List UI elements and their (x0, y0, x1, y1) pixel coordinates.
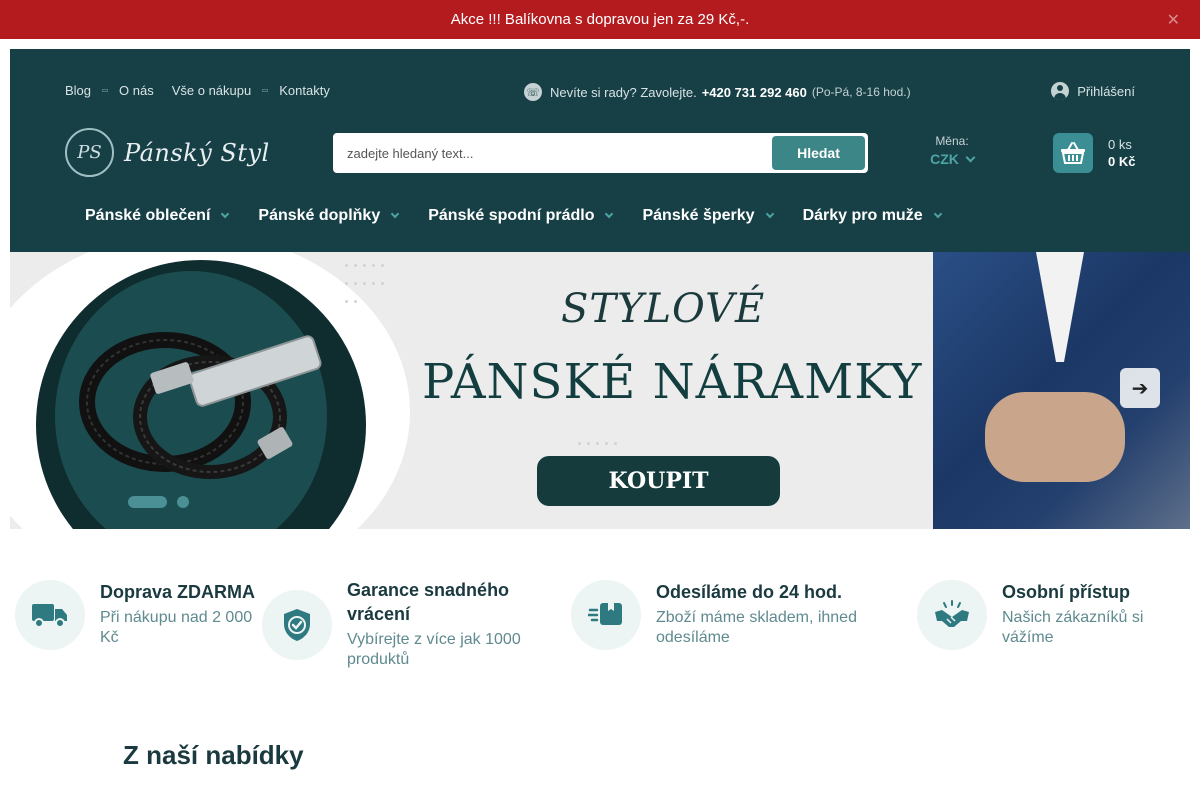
feature-returns: Garance snadného vrácení Vybírejte z víc… (262, 578, 557, 670)
link-shopping-info[interactable]: Vše o nákupu (172, 83, 252, 98)
chevron-down-icon (605, 209, 614, 219)
feature-title: Osobní přístup (1002, 582, 1130, 602)
feature-title: Odesíláme do 24 hod. (656, 582, 843, 602)
logo-mark: PS (65, 128, 114, 177)
promo-bar: Akce !!! Balíkovna s dopravou jen za 29 … (0, 0, 1200, 39)
login-label: Přihlášení (1077, 83, 1135, 99)
cart-info: 0 ks 0 Kč (1108, 136, 1135, 170)
login-link[interactable]: Přihlášení (1051, 82, 1135, 100)
logo[interactable]: PS Pánský Styl (65, 128, 270, 177)
nav-item-label: Pánské doplňky (258, 207, 381, 224)
cart[interactable]: 0 ks 0 Kč (1053, 133, 1135, 173)
feature-dispatch: Odesíláme do 24 hod. Zboží máme skladem,… (571, 580, 886, 650)
separator (262, 89, 269, 92)
currency-selector: Měna: CZK (922, 134, 982, 167)
slider-dot[interactable] (177, 496, 189, 508)
nav-item-label: Dárky pro muže (802, 207, 923, 224)
banner-title-2: PÁNSKÉ NÁRAMKY (422, 354, 923, 410)
contact-hours: (Po-Pá, 8-16 hod.) (811, 85, 911, 99)
main-nav: Pánské oblečení Pánské doplňky Pánské sp… (85, 207, 971, 225)
decor-dots (342, 257, 392, 311)
bracelet-image (79, 332, 322, 479)
shield-check-icon (262, 590, 332, 660)
feature-title: Garance snadného vrácení (347, 580, 510, 624)
truck-icon (15, 580, 85, 650)
phone-icon: ☏ (524, 83, 542, 101)
link-about[interactable]: O nás (119, 83, 154, 98)
user-icon (1051, 82, 1070, 100)
link-contacts[interactable]: Kontakty (279, 83, 330, 98)
feature-title: Doprava ZDARMA (100, 582, 256, 602)
currency-value: CZK (930, 151, 959, 167)
chevron-down-icon (933, 209, 942, 219)
chevron-down-icon (221, 209, 230, 219)
slider-dot-active[interactable] (128, 496, 167, 508)
banner-title-1: STYLOVÉ (561, 286, 766, 332)
site-header: Blog O nás Vše o nákupu Kontakty ☏ Nevít… (10, 49, 1190, 252)
buy-button[interactable]: KOUPIT (537, 456, 780, 506)
fast-package-icon (571, 580, 641, 650)
section-title: Z naší nabídky (123, 740, 304, 770)
separator (102, 89, 109, 92)
feature-desc: Zboží máme skladem, ihned odesíláme (656, 609, 857, 646)
chevron-down-icon (765, 209, 774, 219)
feature-desc: Vybírejte z více jak 1000 produktů (347, 631, 521, 668)
feature-personal: Osobní přístup Našich zákazníků si vážím… (917, 580, 1192, 650)
nav-item-gifts[interactable]: Dárky pro muže (802, 207, 942, 225)
link-blog[interactable]: Blog (65, 83, 91, 98)
contact-info: ☏ Nevíte si rady? Zavolejte. +420 731 29… (524, 83, 911, 101)
search-bar: Hledat (333, 133, 868, 173)
basket-icon (1053, 133, 1093, 173)
currency-label: Měna: (935, 134, 969, 148)
chevron-down-icon (965, 152, 976, 162)
handshake-icon (917, 580, 987, 650)
top-links: Blog O nás Vše o nákupu Kontakty (65, 83, 330, 98)
contact-text: Nevíte si rady? Zavolejte. (550, 84, 697, 100)
logo-name: Pánský Styl (124, 138, 270, 167)
cart-total: 0 Kč (1108, 154, 1136, 169)
arrow-right-icon[interactable]: ➔ (1120, 368, 1160, 408)
nav-item-clothing[interactable]: Pánské oblečení (85, 207, 230, 225)
currency-dropdown[interactable]: CZK (922, 151, 982, 167)
close-icon[interactable]: ✕ (1167, 10, 1180, 30)
nav-item-accessories[interactable]: Pánské doplňky (258, 207, 400, 225)
nav-item-label: Pánské spodní prádlo (428, 207, 595, 224)
hero-banner[interactable]: STYLOVÉ PÁNSKÉ NÁRAMKY KOUPIT ➔ (10, 252, 1190, 529)
nav-item-jewelry[interactable]: Pánské šperky (642, 207, 774, 225)
feature-desc: Při nákupu nad 2 000 Kč (100, 609, 253, 646)
banner-hands (985, 392, 1125, 482)
chevron-down-icon (390, 209, 400, 219)
feature-shipping: Doprava ZDARMA Při nákupu nad 2 000 Kč (15, 580, 260, 650)
phone-number[interactable]: +420 731 292 460 (702, 85, 807, 100)
nav-item-label: Pánské šperky (642, 207, 755, 224)
promo-text: Akce !!! Balíkovna s dopravou jen za 29 … (450, 11, 750, 28)
nav-item-label: Pánské oblečení (85, 207, 211, 224)
search-button[interactable]: Hledat (772, 136, 865, 170)
nav-item-underwear[interactable]: Pánské spodní prádlo (428, 207, 614, 225)
cart-count: 0 ks (1108, 137, 1132, 152)
feature-desc: Našich zákazníků si vážíme (1002, 609, 1144, 646)
search-input[interactable] (347, 133, 767, 173)
